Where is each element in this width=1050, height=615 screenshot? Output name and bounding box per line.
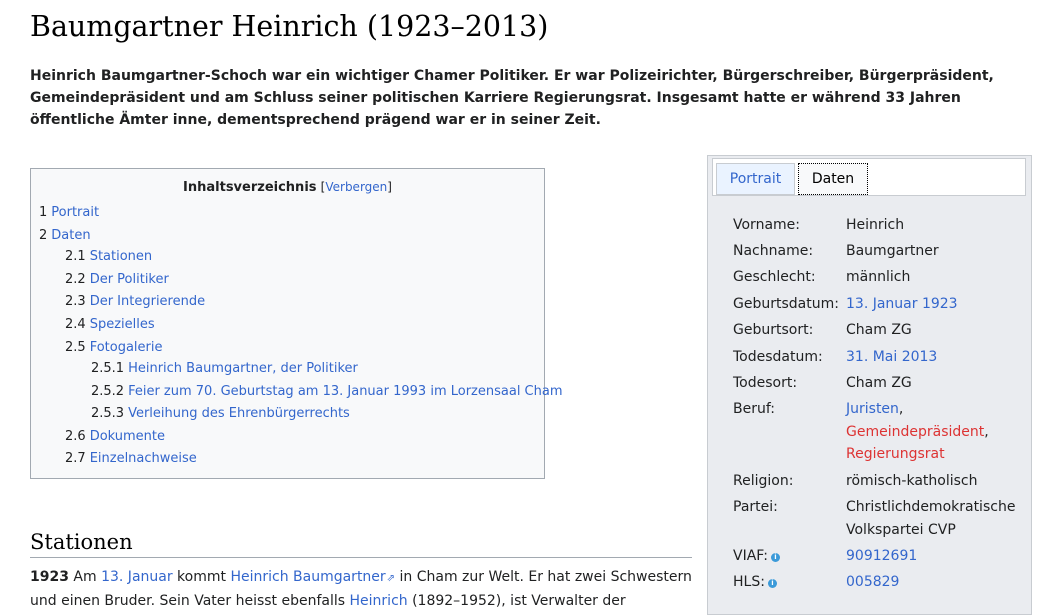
- infobox-tabs: Portrait Daten: [712, 158, 1026, 196]
- info-icon[interactable]: i: [770, 553, 780, 562]
- external-link-icon: ⇗: [386, 573, 396, 584]
- toc-header: Inhaltsverzeichnis [Verbergen]: [31, 180, 544, 200]
- viaf-label-wrap: VIAF: i: [733, 545, 848, 568]
- year-1923: 1923: [30, 569, 69, 585]
- geburtsort-label: Geburtsort:: [733, 322, 814, 338]
- beruf-link-gemeindepraesident[interactable]: Gemeindepräsident: [846, 424, 984, 440]
- toc-toggle: [Verbergen]: [320, 180, 392, 194]
- toc-item-der-politiker[interactable]: 2.2 Der Politiker: [65, 272, 169, 287]
- tab-portrait[interactable]: Portrait: [716, 163, 795, 195]
- toc-item-stationen[interactable]: 2.1 Stationen: [65, 249, 152, 264]
- nachname-value: Baumgartner: [846, 243, 939, 259]
- viaf-link[interactable]: 90912691: [846, 548, 917, 564]
- geburtsort-value: Cham ZG: [846, 322, 912, 338]
- table-of-contents: Inhaltsverzeichnis [Verbergen] 1 Portrait…: [30, 168, 563, 479]
- toc-item-dokumente[interactable]: 2.6 Dokumente: [65, 429, 165, 444]
- beruf-label: Beruf:: [733, 401, 775, 417]
- geschlecht-value: männlich: [846, 269, 911, 285]
- toc-item-fotogalerie[interactable]: 2.5 Fotogalerie: [65, 340, 163, 355]
- toc-item-daten[interactable]: 2 Daten: [39, 228, 91, 243]
- toc-item-geburtstag-fotos[interactable]: 2.5.2 Feier zum 70. Geburtstag am 13. Jan…: [91, 384, 563, 399]
- tab-daten[interactable]: Daten: [798, 163, 868, 195]
- toc-title: Inhaltsverzeichnis: [183, 180, 317, 195]
- toc-item-portrait[interactable]: 1 Portrait: [39, 205, 99, 220]
- beruf-value: Juristen, Gemeindepräsident, Regierungsrat: [846, 401, 989, 462]
- infobox: Portrait Daten Vorname: Heinrich Nachnam…: [707, 155, 1032, 615]
- todesdatum-link[interactable]: 31. Mai 2013: [846, 349, 937, 365]
- partei-label: Partei:: [733, 499, 778, 515]
- toc-item-einzelnachweise[interactable]: 2.7 Einzelnachweise: [65, 451, 197, 466]
- beruf-link-juristen[interactable]: Juristen: [846, 401, 899, 417]
- partei-value: Christlichdemokratische Volkspartei CVP: [846, 499, 1016, 538]
- intro-text: Heinrich Baumgartner-Schoch war ein wich…: [30, 68, 994, 128]
- nachname-label: Nachname:: [733, 243, 814, 259]
- toc-item-spezielles[interactable]: 2.4 Spezielles: [65, 317, 155, 332]
- religion-value: römisch-katholisch: [846, 473, 978, 489]
- link-heinrich[interactable]: Heinrich: [350, 593, 408, 609]
- vorname-value: Heinrich: [846, 217, 905, 233]
- geburtsdatum-link[interactable]: 13. Januar 1923: [846, 296, 958, 312]
- toc-item-ehrenbuergerrecht-fotos[interactable]: 2.5.3 Verleihung des Ehrenbürgerrechts: [91, 406, 350, 421]
- toc-hide-link[interactable]: Verbergen: [325, 180, 387, 194]
- todesort-value: Cham ZG: [846, 375, 912, 391]
- info-icon[interactable]: i: [767, 579, 777, 588]
- link-heinrich-baumgartner[interactable]: Heinrich Baumgartner: [230, 569, 385, 585]
- hls-label-wrap: HLS: i: [733, 571, 848, 594]
- geburtsdatum-label: Geburtsdatum:: [733, 296, 839, 312]
- toc-item-der-integrierende[interactable]: 2.3 Der Integrierende: [65, 294, 205, 309]
- stationen-paragraph: 1923 Am 13. Januar kommt Heinrich Baumga…: [30, 569, 692, 609]
- todesort-label: Todesort:: [733, 375, 798, 391]
- page-title: Baumgartner Heinrich (1923–2013): [30, 10, 549, 43]
- todesdatum-label: Todesdatum:: [733, 349, 823, 365]
- link-13-januar[interactable]: 13. Januar: [101, 569, 173, 585]
- geschlecht-label: Geschlecht:: [733, 269, 816, 285]
- religion-label: Religion:: [733, 473, 794, 489]
- beruf-link-regierungsrat[interactable]: Regierungsrat: [846, 446, 945, 462]
- viaf-label: VIAF:: [733, 548, 768, 564]
- toc-item-politiker-fotos[interactable]: 2.5.1 Heinrich Baumgartner, der Politiker: [91, 361, 358, 376]
- vorname-label: Vorname:: [733, 217, 800, 233]
- hls-link[interactable]: 005829: [846, 574, 899, 590]
- section-heading-stationen: Stationen: [30, 530, 692, 558]
- hls-label: HLS:: [733, 574, 765, 590]
